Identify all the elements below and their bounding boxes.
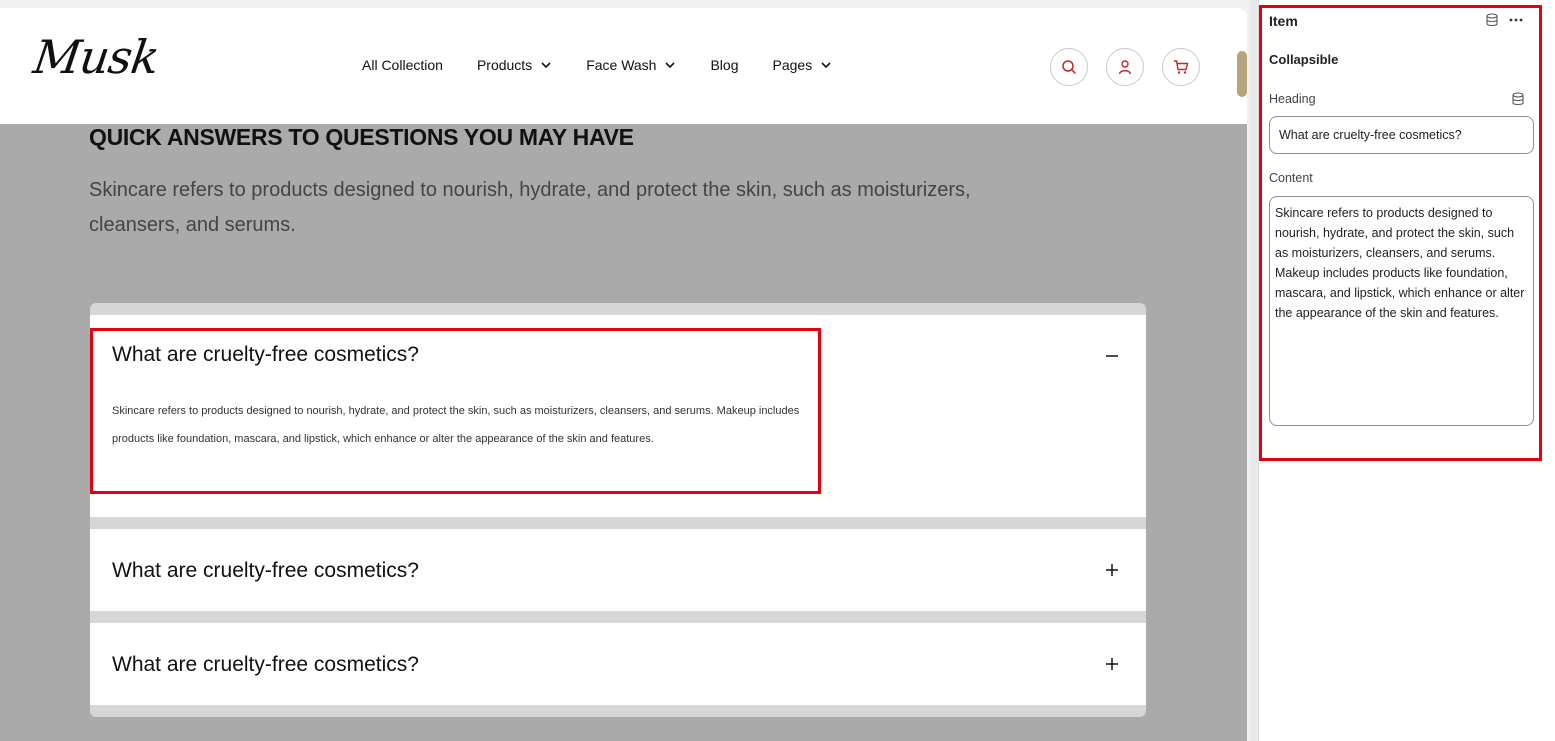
store-logo[interactable]: Musk [30,30,162,84]
plus-icon[interactable] [1104,562,1120,578]
theme-preview: Musk All Collection Products Face Wash B… [0,0,1250,741]
accordion-item-2[interactable]: What are cruelty-free cosmetics? [90,529,1146,611]
content-label: Content [1269,171,1313,185]
site-header: Musk All Collection Products Face Wash B… [0,8,1247,124]
cart-icon [1174,60,1189,74]
more-options-icon[interactable] [1509,13,1523,27]
accordion-question[interactable]: What are cruelty-free cosmetics? [112,343,419,367]
faq-heading: QUICK ANSWERS TO QUESTIONS YOU MAY HAVE [89,124,634,150]
accordion-item-1[interactable]: What are cruelty-free cosmetics? Skincar… [90,315,1146,517]
user-icon [1118,60,1132,75]
cart-button[interactable] [1162,48,1200,86]
content-textarea[interactable]: Skincare refers to products designed to … [1269,196,1534,426]
main-nav: All Collection Products Face Wash Blog P… [362,57,866,73]
search-button[interactable] [1050,48,1088,86]
panel-title: Item [1269,13,1298,29]
minus-icon[interactable] [1104,348,1120,364]
nav-item-all-collection[interactable]: All Collection [362,57,443,73]
storefront-page: Musk All Collection Products Face Wash B… [0,8,1247,741]
chevron-down-icon [665,62,676,69]
faq-accordion: What are cruelty-free cosmetics? Skincar… [90,303,1146,717]
database-icon[interactable] [1485,13,1499,27]
accordion-question[interactable]: What are cruelty-free cosmetics? [112,559,419,583]
heading-input[interactable] [1269,116,1534,154]
nav-item-face-wash[interactable]: Face Wash [586,57,676,73]
heading-label: Heading [1269,92,1316,106]
search-icon [1062,60,1077,75]
nav-item-pages[interactable]: Pages [773,57,833,73]
nav-item-products[interactable]: Products [477,57,552,73]
preview-scrollbar[interactable] [1237,51,1247,97]
accordion-item-3[interactable]: What are cruelty-free cosmetics? [90,623,1146,705]
block-type-label: Collapsible [1269,52,1339,67]
dynamic-source-icon[interactable] [1511,92,1525,106]
nav-item-blog[interactable]: Blog [710,57,738,73]
faq-subtitle: Skincare refers to products designed to … [89,179,971,236]
accordion-question[interactable]: What are cruelty-free cosmetics? [112,653,419,677]
chevron-down-icon [541,62,551,69]
panel-actions [1485,13,1523,27]
account-button[interactable] [1106,48,1144,86]
plus-icon[interactable] [1104,656,1120,672]
panel-divider[interactable] [1250,0,1258,741]
chevron-down-icon [821,62,831,69]
accordion-answer: Skincare refers to products designed to … [112,405,800,445]
settings-panel: Item Collapsible Heading Content Skincar… [1258,0,1555,741]
